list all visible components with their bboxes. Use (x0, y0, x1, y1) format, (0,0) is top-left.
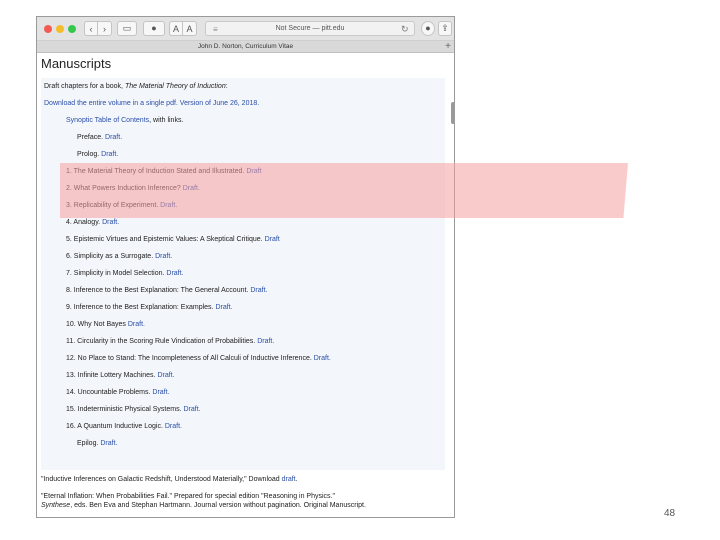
chapter-title: Epilog. (77, 440, 99, 447)
reload-icon[interactable]: ↻ (401, 24, 409, 35)
chapter-item: 4. Analogy. Draft. (66, 218, 119, 227)
font-smaller-icon[interactable]: A (169, 21, 183, 36)
chapter-draft-link[interactable]: Draft. (165, 423, 182, 430)
chapter-title: 9. Inference to the Best Explanation: Ex… (66, 304, 214, 311)
chapter-item: 6. Simplicity as a Surrogate. Draft. (66, 252, 172, 261)
chapter-item: 8. Inference to the Best Explanation: Th… (66, 286, 267, 295)
chapter-title: 8. Inference to the Best Explanation: Th… (66, 287, 249, 294)
address-bar[interactable]: Not Secure — pitt.edu (205, 21, 415, 36)
text-size-controls: A A (169, 21, 197, 36)
chapter-title: 16. A Quantum Inductive Logic. (66, 423, 163, 430)
chapter-title: 6. Simplicity as a Surrogate. (66, 253, 154, 260)
chapter-draft-link[interactable]: Draft. (152, 389, 169, 396)
book-intro: Draft chapters for a book, The Material … (44, 83, 228, 90)
chapter-title: 14. Uncountable Problems. (66, 389, 151, 396)
eternal-inflation-details: Synthese, eds. Ben Eva and Stephan Hartm… (41, 502, 366, 509)
chapter-draft-link[interactable]: Draft. (215, 304, 232, 311)
browser-toolbar: ‹ › ▭ ● A A Not Secure — pitt.edu ≡ ↻ ● … (37, 17, 454, 41)
chapter-draft-link[interactable]: Draft. (166, 270, 183, 277)
chapter-title: Prolog. (77, 151, 100, 158)
zoom-window-button[interactable] (68, 25, 76, 33)
chapter-item: Epilog. Draft. (77, 439, 117, 448)
synoptic-toc-link[interactable]: Synoptic Table of Contents (66, 117, 149, 124)
chapter-item: 15. Indeterministic Physical Systems. Dr… (66, 405, 201, 414)
share-icon[interactable]: ⇪ (438, 21, 452, 36)
chapter-item: 5. Epistemic Virtues and Epistemic Value… (66, 235, 280, 244)
slide-page-number: 48 (664, 508, 676, 519)
chapter-item: 7. Simplicity in Model Selection. Draft. (66, 269, 184, 278)
download-volume-link[interactable]: Download the entire volume in a single p… (44, 99, 259, 108)
highlight-overlay (60, 163, 628, 218)
synoptic-toc: Synoptic Table of Contents, with links. (66, 117, 184, 124)
extension-icon[interactable]: ● (143, 21, 165, 36)
chapter-title: 10. Why Not Bayes (66, 321, 126, 328)
chapter-title: Preface. (77, 134, 104, 141)
chapter-item: Preface. Draft. (77, 133, 122, 142)
chapter-title: 12. No Place to Stand: The Incompletenes… (66, 355, 312, 362)
close-window-button[interactable] (44, 25, 52, 33)
chapter-title: 5. Epistemic Virtues and Epistemic Value… (66, 236, 263, 243)
chapter-item: 16. A Quantum Inductive Logic. Draft. (66, 422, 182, 431)
chapter-draft-link[interactable]: Draft. (314, 355, 331, 362)
minimize-window-button[interactable] (56, 25, 64, 33)
chapter-title: 11. Circularity in the Scoring Rule Vind… (66, 338, 256, 345)
chapter-item: 10. Why Not Bayes Draft. (66, 320, 145, 329)
chapter-draft-link[interactable]: Draft. (105, 134, 122, 141)
tab-bar: John D. Norton, Curriculum Vitae + (37, 41, 454, 53)
page-content: Manuscripts Draft chapters for a book, T… (37, 54, 454, 517)
book-title: The Material Theory of Induction (124, 83, 226, 90)
chapter-title: 7. Simplicity in Model Selection. (66, 270, 165, 277)
chapter-draft-link[interactable]: Draft. (101, 151, 118, 158)
chapter-item: 14. Uncountable Problems. Draft. (66, 388, 170, 397)
chapter-item: 11. Circularity in the Scoring Rule Vind… (66, 337, 274, 346)
privacy-icon[interactable]: ● (421, 21, 435, 36)
chapter-item: 12. No Place to Stand: The Incompletenes… (66, 354, 331, 363)
chapter-draft-link[interactable]: Draft. (102, 219, 119, 226)
chapter-draft-link[interactable]: Draft. (257, 338, 274, 345)
journal-name: Synthese (41, 502, 71, 509)
browser-window: ‹ › ▭ ● A A Not Secure — pitt.edu ≡ ↻ ● … (36, 16, 455, 518)
chapter-item: 9. Inference to the Best Explanation: Ex… (66, 303, 233, 312)
history-nav: ‹ › (84, 21, 112, 36)
page-title: Manuscripts (41, 56, 112, 71)
chapter-title: 15. Indeterministic Physical Systems. (66, 406, 182, 413)
chapter-draft-link[interactable]: Draft. (250, 287, 267, 294)
chapter-item: 13. Infinite Lottery Machines. Draft. (66, 371, 175, 380)
chapter-draft-link[interactable]: Draft. (100, 440, 117, 447)
chapter-draft-link[interactable]: Draft. (184, 406, 201, 413)
address-text: Not Secure — pitt.edu (275, 25, 345, 32)
new-tab-icon[interactable]: + (445, 41, 451, 52)
sidebar-icon[interactable]: ▭ (117, 21, 137, 36)
forward-icon[interactable]: › (98, 21, 112, 36)
reader-menu-icon[interactable]: ≡ (213, 25, 218, 34)
galactic-redshift-item: "Inductive Inferences on Galactic Redshi… (41, 476, 298, 483)
manuscripts-box: Draft chapters for a book, The Material … (41, 78, 445, 470)
back-icon[interactable]: ‹ (84, 21, 98, 36)
font-larger-icon[interactable]: A (183, 21, 197, 36)
chapter-title: 13. Infinite Lottery Machines. (66, 372, 156, 379)
galactic-draft-link[interactable]: draft (282, 476, 296, 483)
eternal-inflation-item: "Eternal Inflation: When Probabilities F… (41, 493, 335, 500)
chapter-title: 4. Analogy. (66, 219, 101, 226)
chapter-draft-link[interactable]: Draft (265, 236, 280, 243)
chapter-item: Prolog. Draft. (77, 150, 118, 159)
chapter-draft-link[interactable]: Draft. (157, 372, 174, 379)
tab-title[interactable]: John D. Norton, Curriculum Vitae (198, 43, 293, 50)
chapter-draft-link[interactable]: Draft. (155, 253, 172, 260)
chapter-draft-link[interactable]: Draft. (128, 321, 145, 328)
scrollbar-thumb[interactable] (451, 102, 454, 124)
